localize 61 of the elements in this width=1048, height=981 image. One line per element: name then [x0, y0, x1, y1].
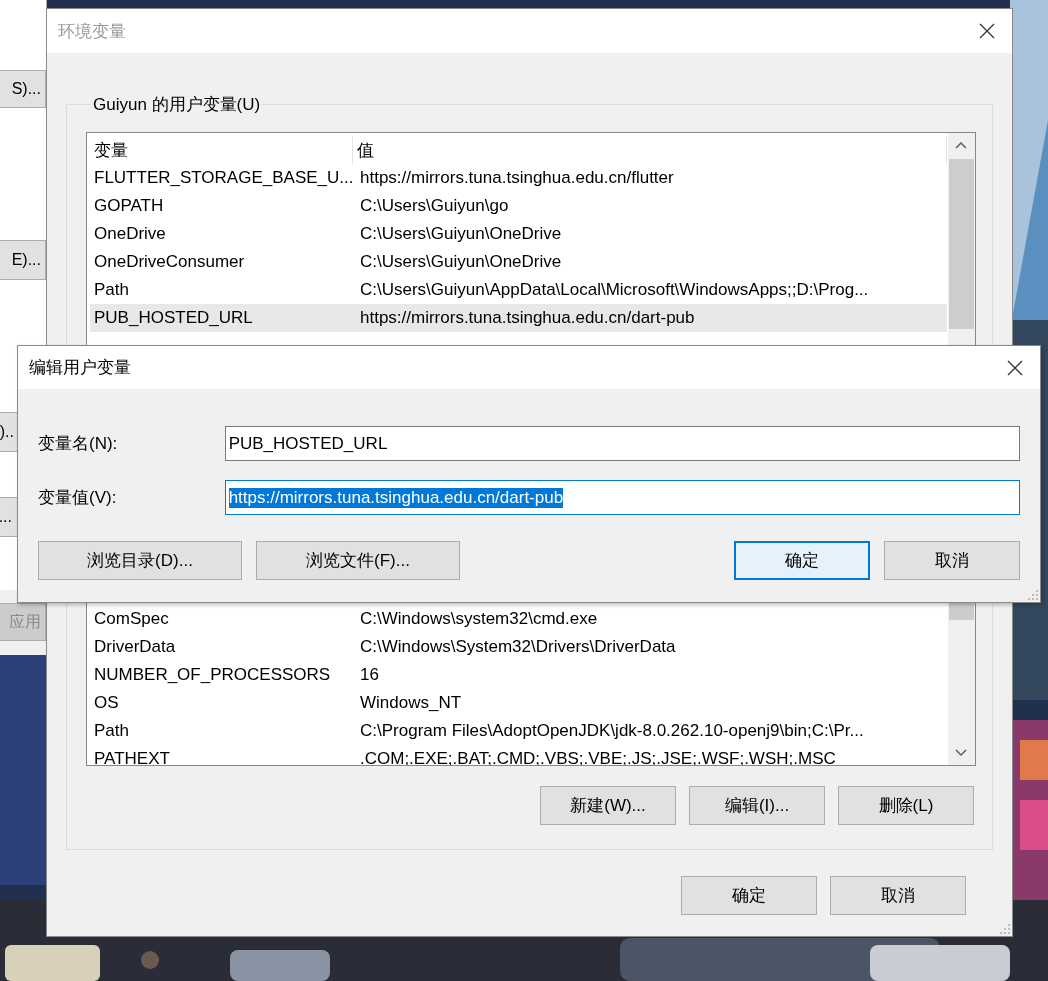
cancel-button[interactable]: 取消: [884, 541, 1020, 580]
variable-name: DriverData: [93, 637, 177, 657]
ok-button[interactable]: 确定: [734, 541, 870, 580]
variable-value: C:\Windows\System32\Drivers\DriverData: [359, 637, 677, 657]
variable-value: C:\Users\Guiyun\go: [359, 196, 510, 216]
variable-name: NUMBER_OF_PROCESSORS: [93, 665, 332, 685]
variable-value: C:\Program Files\AdoptOpenJDK\jdk-8.0.262.10-openj9\bin;C:\Pr...: [359, 721, 865, 741]
window-title: 环境变量: [58, 20, 126, 43]
list-row[interactable]: Path C:\Users\Guiyun\AppData\Local\Microsoft\WindowsApps;;D:\Prog...: [90, 276, 947, 304]
window-button[interactable]: S)...: [0, 70, 46, 108]
scroll-down-icon[interactable]: [955, 749, 967, 756]
new-button[interactable]: 新建(W)...: [540, 786, 676, 825]
variable-name: PUB_HOSTED_URL: [93, 308, 254, 328]
variable-value: C:\Users\Guiyun\AppData\Local\Microsoft\WindowsApps;;D:\Prog...: [359, 280, 870, 300]
scroll-up-icon[interactable]: [955, 142, 967, 149]
variable-value: https://mirrors.tuna.tsinghua.edu.cn/flutter: [359, 168, 675, 188]
close-icon: [979, 23, 995, 39]
field-label: 变量名(N):: [38, 433, 119, 455]
variable-name: GOPATH: [93, 196, 165, 216]
variable-name: Path: [93, 721, 130, 741]
field-label: 变量值(V):: [38, 487, 118, 509]
variable-value: C:\Windows\system32\cmd.exe: [359, 609, 599, 629]
delete-button[interactable]: 删除(L): [838, 786, 974, 825]
variable-name: OneDrive: [93, 224, 167, 244]
scroll-thumb[interactable]: [949, 159, 974, 329]
list-row[interactable]: OS Windows_NT: [90, 689, 947, 717]
close-icon: [1007, 359, 1023, 376]
variable-name: OneDriveConsumer: [93, 252, 246, 272]
group-label: Guiyun 的用户变量(U): [92, 94, 262, 116]
column-header[interactable]: 值: [353, 136, 947, 164]
variable-name: ComSpec: [93, 609, 170, 629]
variable-value: C:\Users\Guiyun\OneDrive: [359, 252, 563, 272]
variable-name: Path: [93, 280, 130, 300]
list-row[interactable]: GOPATH C:\Users\Guiyun\go: [90, 192, 947, 220]
input-field[interactable]: https://mirrors.tuna.tsinghua.edu.cn/dart-pub: [224, 480, 1020, 515]
resize-grip-icon[interactable]: [1028, 590, 1038, 600]
variable-value: Windows_NT: [359, 693, 463, 713]
list-row[interactable]: DriverData C:\Windows\System32\Drivers\DriverData: [90, 633, 947, 661]
cancel-button[interactable]: 取消: [830, 876, 966, 915]
window-button[interactable]: E)...: [0, 240, 46, 280]
list-row[interactable]: PUB_HOSTED_URL https://mirrors.tuna.tsinghua.edu.cn/dart-pub: [90, 304, 947, 332]
input-field[interactable]: PUB_HOSTED_URL: [224, 426, 1020, 461]
variable-value: C:\Users\Guiyun\OneDrive: [359, 224, 563, 244]
list-row[interactable]: Path C:\Program Files\AdoptOpenJDK\jdk-8.0.262.10-openj9\bin;C:\Pr...: [90, 717, 947, 745]
list-row[interactable]: FLUTTER_STORAGE_BASE_U... https://mirrors.tuna.tsinghua.edu.cn/flutter: [90, 164, 947, 192]
column-header[interactable]: 变量: [90, 136, 353, 164]
list-row[interactable]: ComSpec C:\Windows\system32\cmd.exe: [90, 605, 947, 633]
browse-file-button[interactable]: 浏览文件(F)...: [256, 541, 460, 580]
variable-name: OS: [93, 693, 120, 713]
variable-value: 16: [359, 665, 380, 685]
list-row[interactable]: OneDrive C:\Users\Guiyun\OneDrive: [90, 220, 947, 248]
window-title: 编辑用户变量: [29, 357, 131, 379]
variable-name: FLUTTER_STORAGE_BASE_U...: [93, 168, 355, 188]
resize-grip-icon[interactable]: [1000, 924, 1010, 934]
variable-name: PATHEXT: [93, 749, 171, 765]
variable-value: https://mirrors.tuna.tsinghua.edu.cn/dart-pub: [359, 308, 696, 328]
browse-directory-button[interactable]: 浏览目录(D)...: [38, 541, 242, 580]
ok-button[interactable]: 确定: [681, 876, 817, 915]
list-row[interactable]: NUMBER_OF_PROCESSORS 16: [90, 661, 947, 689]
list-row[interactable]: OneDriveConsumer C:\Users\Guiyun\OneDrive: [90, 248, 947, 276]
edit-button[interactable]: 编辑(I)...: [689, 786, 825, 825]
